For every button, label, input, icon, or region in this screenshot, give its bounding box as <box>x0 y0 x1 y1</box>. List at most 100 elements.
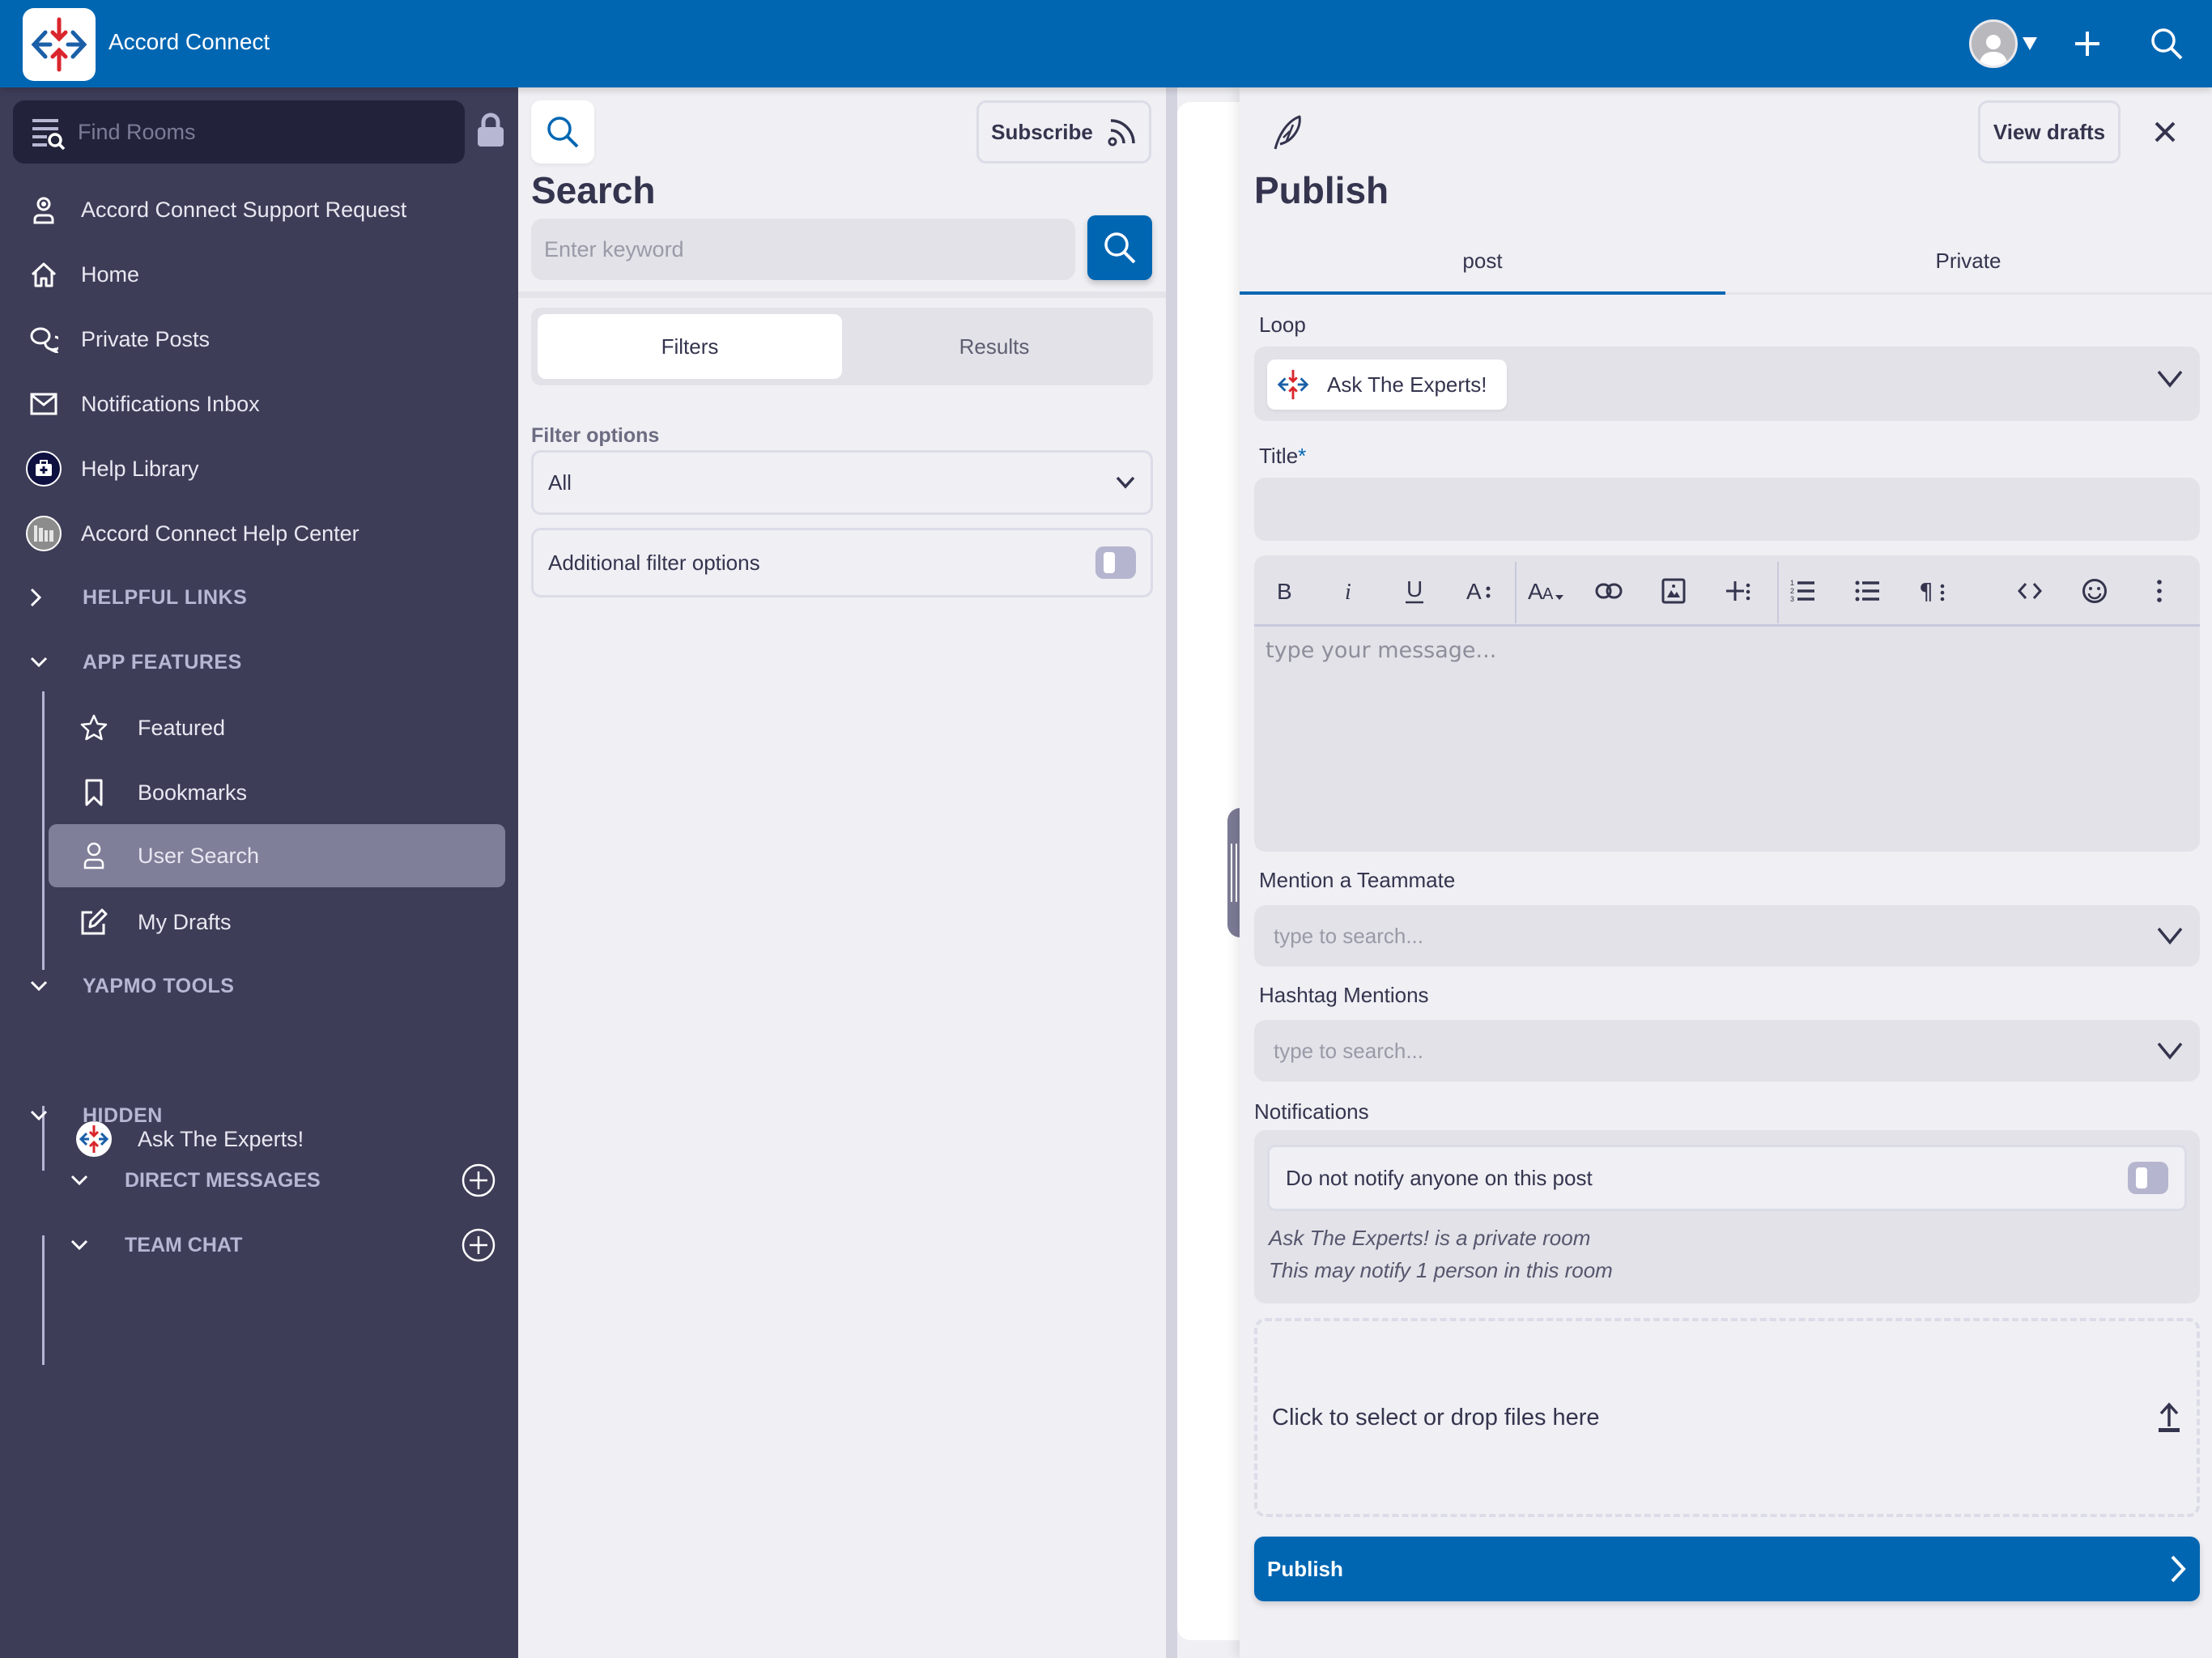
caret-down-icon <box>2023 37 2037 50</box>
nav-item-bookmarks[interactable]: Bookmarks <box>49 761 505 824</box>
keyword-input[interactable] <box>531 219 1075 280</box>
section-helpful-links[interactable]: HELPFUL LINKS <box>29 573 247 622</box>
chevron-down-icon <box>29 980 62 993</box>
private-room-note: Ask The Experts! is a private room <box>1269 1226 1591 1250</box>
emoji-button[interactable] <box>2075 572 2114 610</box>
paragraph-button[interactable]: ¶ <box>1913 572 1952 610</box>
underline-icon: U <box>1406 577 1423 604</box>
resize-handle[interactable] <box>1227 808 1240 937</box>
app-logo[interactable] <box>23 8 96 81</box>
unordered-list-button[interactable] <box>1848 572 1887 610</box>
hashtag-label: Hashtag Mentions <box>1259 983 1429 1007</box>
do-not-notify-toggle[interactable] <box>2128 1162 2168 1194</box>
nav-item-my-drafts[interactable]: My Drafts <box>49 891 505 954</box>
global-search-button[interactable] <box>2144 21 2189 66</box>
loop-select[interactable]: Ask The Experts! <box>1254 346 2200 421</box>
nav-item-label: Bookmarks <box>138 780 248 805</box>
paragraph-icon: ¶ <box>1919 578 1945 604</box>
notifications-label: Notifications <box>1254 1099 1369 1124</box>
create-button[interactable] <box>2065 21 2110 66</box>
app-title: Accord Connect <box>108 29 270 54</box>
add-direct-message-button[interactable] <box>462 1163 496 1197</box>
subsection-label: DIRECT MESSAGES <box>125 1168 321 1192</box>
nav-item-featured[interactable]: Featured <box>49 696 505 759</box>
lock-button[interactable] <box>476 112 505 151</box>
italic-button[interactable]: i <box>1330 572 1369 610</box>
svg-text:A: A <box>1528 579 1543 604</box>
nav-item-help-center[interactable]: Accord Connect Help Center <box>19 504 505 563</box>
svg-text:U: U <box>1406 577 1423 602</box>
add-team-chat-button[interactable] <box>462 1228 496 1262</box>
chevron-down-icon <box>2157 1042 2183 1060</box>
accord-logo-icon <box>1277 369 1309 400</box>
font-size-button[interactable]: AA <box>1526 572 1572 610</box>
subscribe-button[interactable]: Subscribe <box>976 100 1151 164</box>
bold-button[interactable]: B <box>1266 572 1304 610</box>
nav-item-label: User Search <box>138 843 260 868</box>
filter-options-select[interactable]: All <box>531 450 1153 515</box>
loop-label: Loop <box>1259 312 1306 337</box>
lock-icon <box>478 113 504 147</box>
nav-item-private-posts[interactable]: Private Posts <box>19 309 505 369</box>
section-label: HIDDEN <box>83 1103 163 1127</box>
additional-filter-toggle[interactable] <box>1095 546 1136 579</box>
text-style-button[interactable]: A <box>1460 572 1499 610</box>
publish-button[interactable]: Publish <box>1254 1537 2200 1601</box>
chat-bubbles-icon <box>19 315 68 363</box>
tab-results[interactable]: Results <box>842 314 1146 379</box>
subsection-team-chat[interactable]: TEAM CHAT <box>70 1221 507 1269</box>
more-options-button[interactable] <box>2140 572 2179 610</box>
section-yapmo-tools[interactable]: YAPMO TOOLS <box>29 962 234 1010</box>
notify-count-note: This may notify 1 person in this room <box>1269 1258 1613 1282</box>
ordered-list-button[interactable]: 123 <box>1784 572 1823 610</box>
close-button[interactable] <box>2146 113 2184 151</box>
code-icon <box>2017 583 2043 599</box>
tab-private[interactable]: Private <box>1725 230 2211 292</box>
publish-heading: Publish <box>1254 169 1389 211</box>
chevron-down-icon <box>70 1239 102 1252</box>
subsection-direct-messages[interactable]: DIRECT MESSAGES <box>70 1156 507 1205</box>
search-icon <box>1104 232 1136 264</box>
tab-post[interactable]: post <box>1240 230 1725 295</box>
chevron-down-icon <box>70 1174 102 1187</box>
tab-filters[interactable]: Filters <box>538 314 842 379</box>
nav-item-help-library[interactable]: Help Library <box>19 439 505 499</box>
chevron-down-icon <box>1116 476 1135 489</box>
toolbar-separator <box>1515 562 1516 623</box>
message-textarea[interactable] <box>1254 627 2200 852</box>
underline-button[interactable]: U <box>1395 572 1434 610</box>
svg-text:3: 3 <box>1790 595 1794 603</box>
bold-icon: B <box>1277 579 1292 603</box>
find-rooms-field[interactable] <box>13 100 465 164</box>
section-hidden[interactable]: HIDDEN <box>29 1091 163 1140</box>
publish-button-label: Publish <box>1267 1556 1343 1581</box>
nav-item-user-search[interactable]: User Search <box>49 824 505 887</box>
nav-item-support-request[interactable]: Accord Connect Support Request <box>19 180 505 240</box>
insert-button[interactable] <box>1719 572 1758 610</box>
nav-item-notifications-inbox[interactable]: Notifications Inbox <box>19 374 505 434</box>
code-button[interactable] <box>2010 572 2049 610</box>
mention-teammate-select[interactable]: type to search... <box>1254 905 2200 967</box>
title-input[interactable] <box>1254 478 2200 541</box>
toolbar-separator <box>1777 562 1779 623</box>
hashtag-mentions-select[interactable]: type to search... <box>1254 1020 2200 1082</box>
image-button[interactable] <box>1654 572 1693 610</box>
nav-item-home[interactable]: Home <box>19 244 505 304</box>
close-icon <box>2155 121 2176 142</box>
find-rooms-input[interactable] <box>78 119 450 145</box>
user-menu-button[interactable] <box>1969 19 2039 68</box>
library-books-icon <box>19 509 68 558</box>
section-app-features[interactable]: APP FEATURES <box>29 638 242 687</box>
accord-logo-icon <box>31 17 87 72</box>
italic-icon: i <box>1345 580 1351 603</box>
top-bar: Accord Connect <box>0 0 2212 87</box>
medical-kit-icon <box>19 444 68 493</box>
plus-icon <box>2075 32 2099 56</box>
search-submit-button[interactable] <box>1087 215 1152 280</box>
section-label: APP FEATURES <box>83 650 242 674</box>
view-drafts-button[interactable]: View drafts <box>1978 100 2121 164</box>
file-dropzone[interactable]: Click to select or drop files here <box>1254 1318 2200 1517</box>
chevron-down-icon <box>2157 370 2183 388</box>
font-size-icon: AA <box>1528 579 1563 604</box>
link-button[interactable] <box>1589 572 1628 610</box>
